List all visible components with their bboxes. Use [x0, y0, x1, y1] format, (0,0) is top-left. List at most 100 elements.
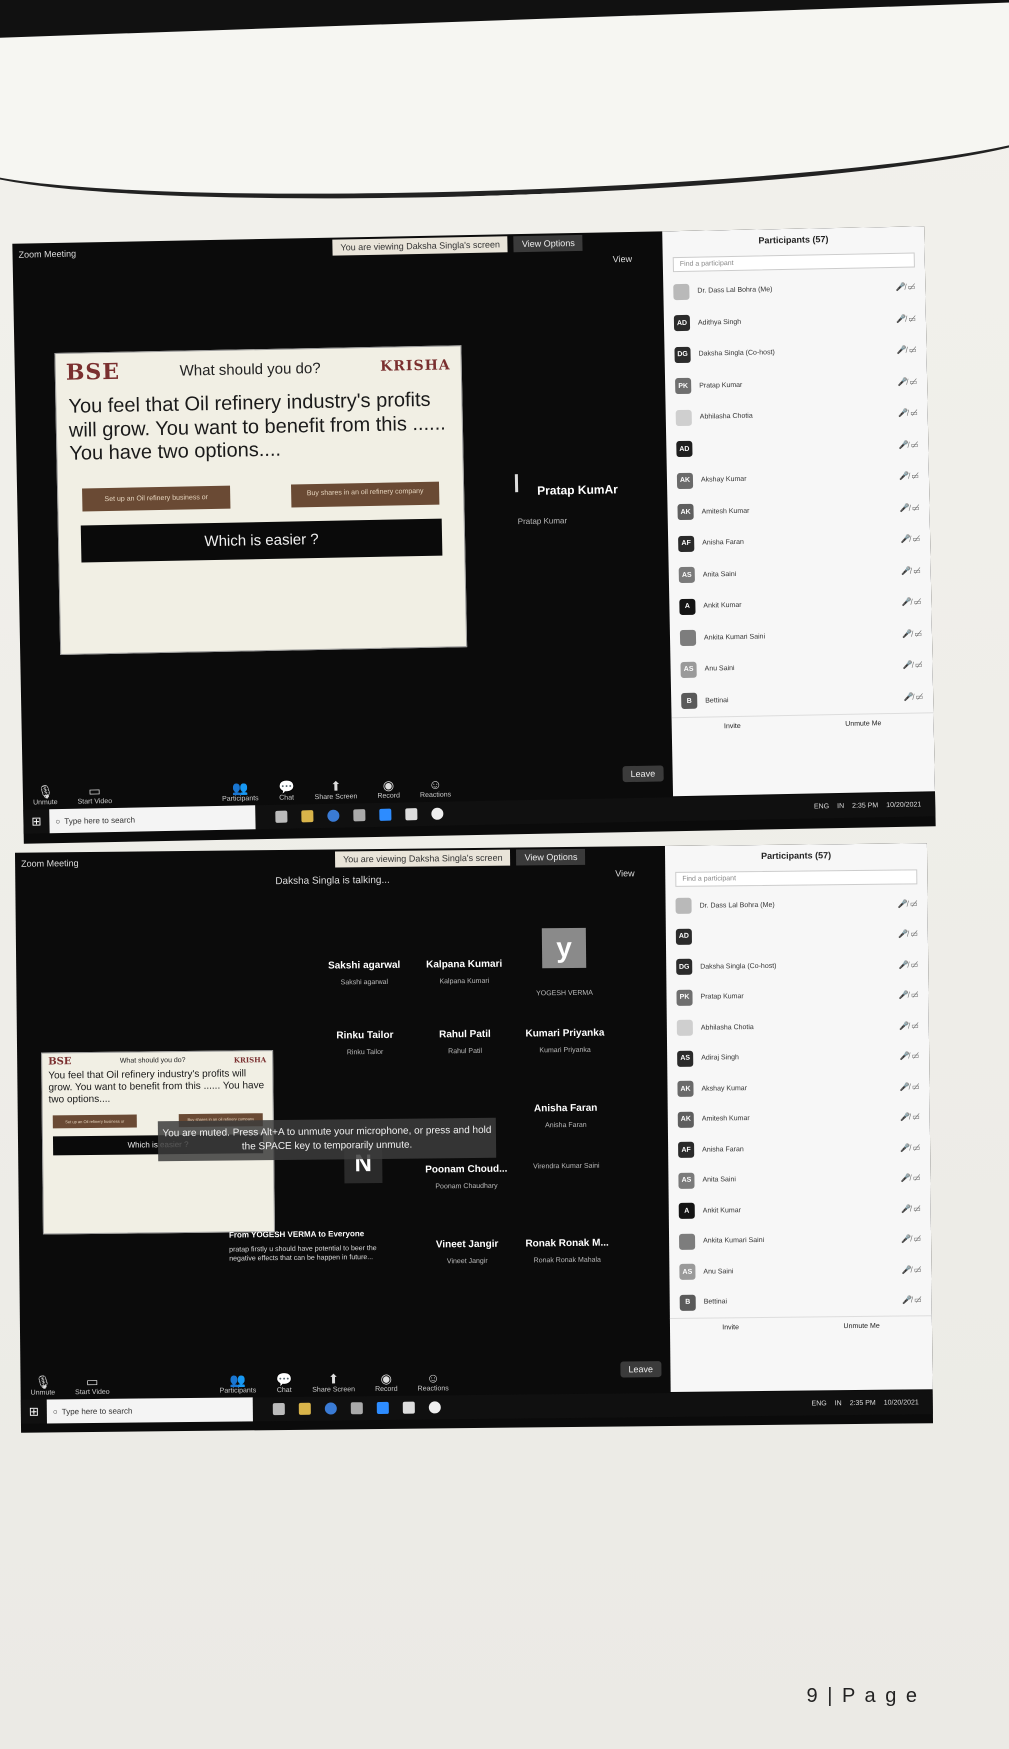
- toolbar-record[interactable]: ◉ Record: [377, 778, 400, 800]
- muted-mic-icon: 🎤̸ ▭̸: [903, 692, 924, 702]
- participant-search-input[interactable]: Find a participant: [675, 869, 918, 887]
- muted-mic-icon: 🎤̸ ▭̸: [899, 471, 920, 482]
- avatar: B: [679, 1294, 696, 1311]
- toolbar-participants[interactable]: 👥 Participants: [222, 780, 259, 803]
- participant-row[interactable]: Abhilasha Chotia 🎤̸ ▭̸: [667, 1010, 929, 1043]
- video-tile[interactable]: Virendra Kumar Saini: [518, 1147, 615, 1208]
- toolbar-start-video[interactable]: ▭ Start Video: [77, 783, 113, 805]
- zoom-app-icon[interactable]: [379, 808, 392, 821]
- toolbar-chat[interactable]: 💬 Chat: [276, 1372, 292, 1394]
- participant-name: Bettinai: [705, 696, 729, 705]
- avatar: AF: [678, 535, 695, 552]
- avatar: AS: [677, 1050, 694, 1067]
- participant-row[interactable]: Ankita Kumari Saini 🎤̸ ▭̸: [670, 618, 933, 655]
- view-button[interactable]: View: [615, 868, 634, 878]
- zoom-app-icon[interactable]: [376, 1401, 389, 1415]
- participant-row[interactable]: AK Amitesh Kumar 🎤̸ ▭̸: [667, 492, 930, 529]
- participant-row[interactable]: AD Adithya Singh 🎤̸ ▭̸: [664, 303, 927, 340]
- participant-name: Abhilasha Chotia: [699, 412, 753, 421]
- participant-row[interactable]: DG Daksha Singla (Co-host) 🎤̸ ▭̸: [664, 334, 927, 371]
- file-explorer-icon[interactable]: [298, 1402, 311, 1415]
- video-tile[interactable]: Ronak Ronak M... Ronak Ronak Mahala: [519, 1222, 616, 1283]
- participant-row[interactable]: AS Anu Saini 🎤̸ ▭̸: [669, 1254, 931, 1287]
- view-options-button[interactable]: View Options: [516, 848, 586, 866]
- participant-row[interactable]: AS Anita Saini 🎤̸ ▭̸: [668, 1163, 930, 1196]
- participant-row[interactable]: B Bettinai 🎤̸ ▭̸: [670, 1285, 932, 1318]
- muted-mic-icon: 🎤̸ ▭̸: [900, 1143, 921, 1153]
- participant-row[interactable]: AK Akshay Kumar 🎤̸ ▭̸: [667, 460, 930, 497]
- toolbar-reactions[interactable]: ☺ Reactions: [417, 1370, 449, 1392]
- video-tile[interactable]: Kumari Priyanka Kumari Priyanka: [517, 1012, 614, 1073]
- task-view-icon[interactable]: [272, 1402, 285, 1416]
- participant-row[interactable]: Ankita Kumari Saini 🎤̸ ▭̸: [669, 1224, 931, 1257]
- toolbar-participants[interactable]: 👥 Participants: [219, 1372, 257, 1394]
- participant-name: Anu Saini: [704, 665, 735, 673]
- participant-row[interactable]: A Ankit Kumar 🎤̸ ▭̸: [669, 586, 932, 623]
- unmute-me-button[interactable]: Unmute Me: [843, 1323, 879, 1330]
- store-icon[interactable]: [350, 1402, 363, 1415]
- video-tile[interactable]: Kalpana Kumari Kalpana Kumari: [416, 943, 513, 1004]
- slide-body: You feel that Oil refinery industry's pr…: [68, 388, 446, 465]
- participant-name: Anita Saini: [702, 1176, 736, 1184]
- windows-start-icon[interactable]: ⊞: [31, 814, 41, 828]
- participant-row[interactable]: AS Anu Saini 🎤̸ ▭̸: [670, 649, 933, 686]
- participant-row[interactable]: DG Daksha Singla (Co-host) 🎤̸ ▭̸: [666, 949, 928, 982]
- store-icon[interactable]: [353, 809, 366, 822]
- toolbar-record[interactable]: ◉ Record: [375, 1371, 398, 1393]
- app-icon[interactable]: [405, 808, 418, 821]
- invite-button[interactable]: Invite: [724, 723, 741, 730]
- toolbar-unmute[interactable]: 🎙 Unmute: [33, 784, 58, 806]
- video-tile[interactable]: Anisha Faran Anisha Faran: [517, 1087, 614, 1148]
- task-view-icon[interactable]: [275, 810, 288, 823]
- app-icon[interactable]: [402, 1401, 415, 1414]
- toolbar-share-screen[interactable]: ⬆ Share Screen: [314, 779, 358, 802]
- video-tile[interactable]: y YOGESH VERMA: [516, 927, 613, 1003]
- participant-row[interactable]: AK Amitesh Kumar 🎤̸ ▭̸: [668, 1102, 930, 1135]
- leave-button[interactable]: Leave: [622, 765, 664, 783]
- participant-row[interactable]: Dr. Dass Lal Bohra (Me) 🎤̸ ▭̸: [665, 888, 927, 921]
- chat-toast[interactable]: From YOGESH VERMA to Everyone pratap fir…: [229, 1229, 389, 1264]
- avatar: DG: [674, 346, 691, 363]
- taskbar-search-input[interactable]: ○ Type here to search: [49, 805, 256, 834]
- participant-row[interactable]: Dr. Dass Lal Bohra (Me) 🎤̸ ▭̸: [663, 271, 926, 308]
- participant-row[interactable]: AF Anisha Faran 🎤̸ ▭̸: [668, 523, 931, 560]
- video-tile[interactable]: Rinku Tailor Rinku Tailor: [317, 1014, 414, 1075]
- windows-start-icon[interactable]: ⊞: [29, 1405, 39, 1419]
- chrome-icon[interactable]: [431, 807, 444, 820]
- participant-row[interactable]: PK Pratap Kumar 🎤̸ ▭̸: [665, 366, 928, 403]
- participant-row[interactable]: A Ankit Kumar 🎤̸ ▭̸: [669, 1193, 931, 1226]
- leave-button[interactable]: Leave: [620, 1361, 662, 1378]
- participant-name: Abhilasha Chotia: [700, 1023, 754, 1032]
- video-tile[interactable]: Vineet Jangir Vineet Jangir: [419, 1223, 516, 1284]
- participant-row[interactable]: AS Anita Saini 🎤̸ ▭̸: [669, 555, 932, 592]
- participant-row[interactable]: AK Akshay Kumar 🎤̸ ▭̸: [667, 1071, 929, 1104]
- participant-row[interactable]: AD 🎤̸ ▭̸: [666, 429, 929, 466]
- chrome-icon[interactable]: [428, 1401, 441, 1414]
- video-tile[interactable]: Rahul Patil Rahul Patil: [417, 1013, 514, 1074]
- toolbar-chat[interactable]: 💬 Chat: [278, 779, 294, 801]
- participant-row[interactable]: AS Adiraj Singh 🎤̸ ▭̸: [667, 1041, 929, 1074]
- taskbar-search-input[interactable]: ○ Type here to search: [46, 1397, 254, 1424]
- participant-row[interactable]: AD 🎤̸ ▭̸: [666, 919, 928, 952]
- edge-icon[interactable]: [327, 809, 340, 822]
- toolbar-share-screen[interactable]: ⬆ Share Screen: [312, 1371, 355, 1393]
- toolbar-unmute[interactable]: 🎙 Unmute: [30, 1374, 56, 1396]
- view-options-button[interactable]: View Options: [513, 234, 583, 253]
- toolbar-start-video[interactable]: ▭ Start Video: [75, 1374, 110, 1396]
- tile-subname: Kalpana Kumari: [439, 977, 490, 986]
- participant-row[interactable]: PK Pratap Kumar 🎤̸ ▭̸: [666, 980, 928, 1013]
- participant-row[interactable]: AF Anisha Faran 🎤̸ ▭̸: [668, 1132, 930, 1165]
- participant-row[interactable]: B Bettinai 🎤̸ ▭̸: [671, 681, 934, 718]
- tile-name: Poonam Choud...: [425, 1163, 508, 1176]
- invite-button[interactable]: Invite: [722, 1324, 739, 1331]
- file-explorer-icon[interactable]: [301, 810, 314, 823]
- unmute-me-button[interactable]: Unmute Me: [845, 720, 881, 728]
- participant-search-input[interactable]: Find a participant: [672, 252, 915, 273]
- video-tile[interactable]: Sakshi agarwal Sakshi agarwal: [316, 944, 413, 1005]
- participant-row[interactable]: Abhilasha Chotia 🎤̸ ▭̸: [665, 397, 928, 434]
- edge-icon[interactable]: [324, 1402, 337, 1415]
- viewing-banner: You are viewing Daksha Singla's screen: [334, 849, 511, 868]
- toolbar-reactions[interactable]: ☺ Reactions: [420, 777, 451, 799]
- participant-name: Amitesh Kumar: [701, 1115, 750, 1123]
- view-button[interactable]: View: [613, 254, 633, 264]
